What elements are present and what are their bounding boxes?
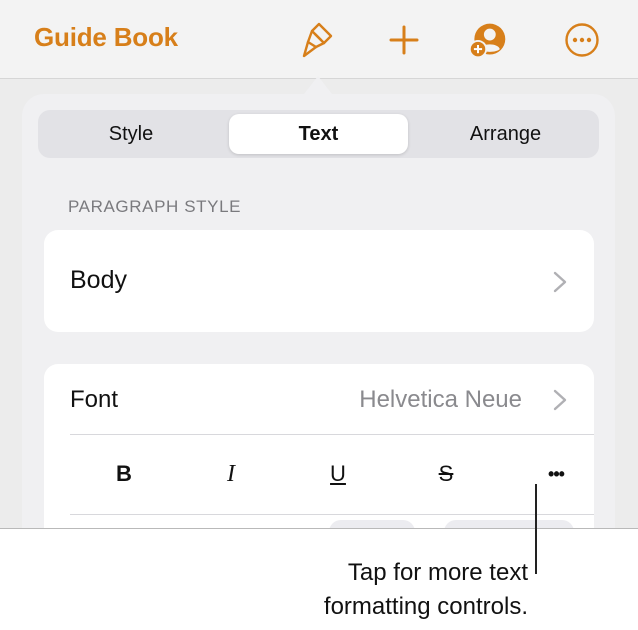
bold-button[interactable]: B xyxy=(94,444,154,504)
callout-leader-line xyxy=(535,484,537,574)
font-value: Helvetica Neue xyxy=(359,386,522,413)
paragraph-style-value: Body xyxy=(70,266,127,294)
font-row[interactable]: Font Helvetica Neue xyxy=(44,364,594,434)
tab-arrange[interactable]: Arrange xyxy=(416,114,595,154)
divider xyxy=(70,434,594,435)
tab-style[interactable]: Style xyxy=(42,114,220,154)
chevron-right-icon xyxy=(553,389,567,411)
more-icon[interactable] xyxy=(562,20,602,60)
paragraph-style-row[interactable]: Body xyxy=(44,230,594,332)
divider xyxy=(70,514,594,515)
underline-button[interactable]: U xyxy=(308,444,368,504)
tab-text[interactable]: Text xyxy=(229,114,408,154)
add-collaborator-icon[interactable] xyxy=(468,20,508,60)
callout-line: Tap for more text xyxy=(347,559,528,586)
control-pill[interactable] xyxy=(444,520,574,528)
format-tabs: Style Text Arrange xyxy=(38,110,599,158)
paintbrush-icon[interactable] xyxy=(298,20,338,60)
strikethrough-button[interactable]: S xyxy=(416,444,476,504)
toolbar: Guide Book xyxy=(0,0,638,79)
font-label: Font xyxy=(70,386,119,413)
plus-icon[interactable] xyxy=(384,20,424,60)
paragraph-style-header: PARAGRAPH STYLE xyxy=(68,197,242,216)
control-pill[interactable] xyxy=(329,520,415,528)
chevron-right-icon xyxy=(553,271,567,293)
italic-button[interactable]: I xyxy=(201,444,261,504)
document-title[interactable]: Guide Book xyxy=(34,22,178,53)
popover-arrow xyxy=(304,76,332,94)
format-popover: Style Text Arrange PARAGRAPH STYLE Body … xyxy=(22,94,615,528)
callout-line: formatting controls. xyxy=(323,593,528,620)
font-card: Font Helvetica Neue B I U S ••• xyxy=(44,364,594,528)
app-screen: Guide Book Style Text Arrange PARAGRAPH … xyxy=(0,0,638,529)
callout-text: Tap for more text formatting controls. xyxy=(324,556,528,624)
